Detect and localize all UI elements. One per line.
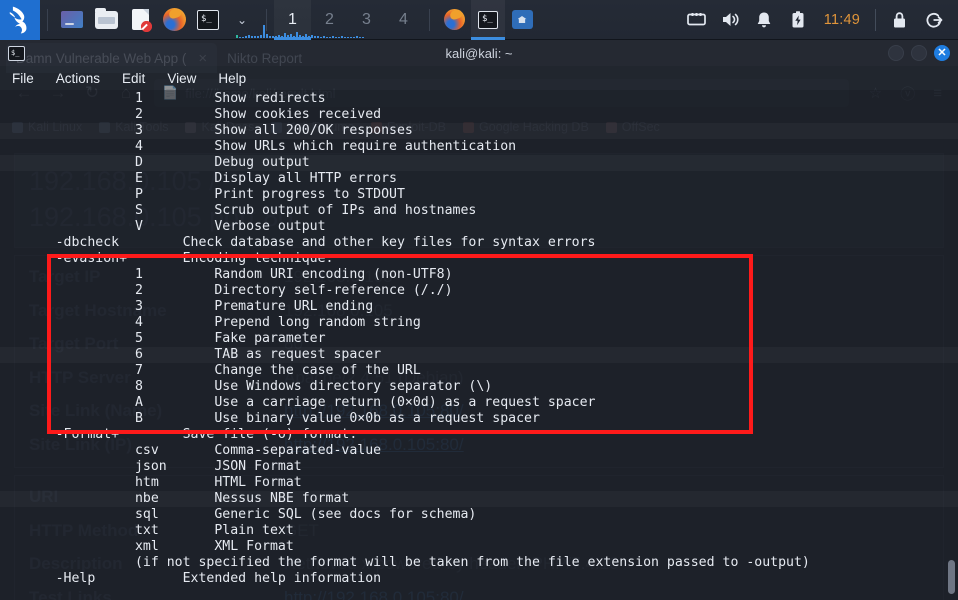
terminal-line: 3 Show all 200/OK responses [0, 123, 958, 139]
tray-divider [875, 8, 876, 31]
slash-glyph [140, 24, 148, 31]
firefox-icon[interactable] [157, 0, 191, 40]
terminal-titlebar[interactable]: $_ kali@kali: ~ ✕ [0, 40, 958, 66]
terminal-glyph: $_ [478, 10, 498, 29]
lock-icon[interactable] [884, 0, 915, 40]
network-glyph [686, 13, 706, 26]
terminal-window-button[interactable]: $_ [471, 0, 505, 40]
logout-glyph [926, 12, 942, 28]
terminal-line: V Verbose output [0, 219, 326, 234]
network-activity-graph [235, 23, 386, 38]
terminal-line: -dbcheck Check database and other key fi… [0, 235, 596, 250]
terminal-line: htm HTML Format [0, 475, 302, 490]
terminal-line: D Debug output [0, 155, 958, 171]
maximize-button[interactable] [911, 45, 927, 61]
terminal-line: 6 TAB as request spacer [0, 347, 958, 363]
terminal-line: json JSON Format [0, 459, 302, 474]
scrollbar-thumb[interactable] [948, 560, 955, 594]
document-glyph [131, 9, 152, 32]
menu-edit[interactable]: Edit [122, 71, 145, 86]
app-menu-icon[interactable] [55, 0, 89, 40]
terminal-line: P Print progress to STDOUT [0, 187, 405, 202]
firefox-glyph [443, 9, 465, 30]
volume-icon[interactable] [715, 0, 746, 40]
terminal-line: -evasion+ Encoding technique: [0, 251, 334, 266]
menu-help[interactable]: Help [218, 71, 246, 86]
terminal-line: 7 Change the case of the URL [0, 363, 421, 378]
terminal-icon[interactable]: $_ [191, 0, 225, 40]
logout-icon[interactable] [918, 0, 949, 40]
kali-dragon-logo[interactable] [0, 0, 40, 40]
terminal-line: 2 Show cookies received [0, 107, 382, 122]
firefox-glyph [162, 8, 186, 31]
file-glyph [511, 10, 533, 29]
terminal-line: B Use binary value 0×0b as a request spa… [0, 411, 540, 426]
terminal-scrollbar[interactable] [947, 90, 956, 600]
window-controls: ✕ [888, 45, 950, 61]
system-tray: 11:49 [681, 0, 958, 40]
terminal-line: csv Comma-separated-value [0, 443, 382, 458]
file-window-button[interactable] [505, 0, 539, 40]
terminal-line: (if not specified the format will be tak… [0, 555, 810, 570]
screen: Damn Vulnerable Web App ( × Nikto Report… [0, 0, 958, 600]
terminal-output[interactable]: 1 Show redirects 2 Show cookies received… [0, 90, 958, 600]
text-editor-icon[interactable] [123, 0, 157, 40]
terminal-glyph: $_ [197, 9, 219, 30]
menu-file[interactable]: File [12, 71, 34, 86]
terminal-line: nbe Nessus NBE format [0, 491, 958, 507]
clock[interactable]: 11:49 [817, 12, 867, 28]
dragon-glyph [9, 6, 27, 33]
close-button[interactable]: ✕ [934, 45, 950, 61]
folder-icon[interactable] [89, 0, 123, 40]
minimize-button[interactable] [888, 45, 904, 61]
terminal-line: S Scrub output of IPs and hostnames [0, 203, 477, 218]
terminal-line: 4 Prepend long random string [0, 315, 421, 330]
terminal-icon: $_ [8, 45, 25, 61]
menu-actions[interactable]: Actions [56, 71, 100, 86]
terminal-line: E Display all HTTP errors [0, 171, 397, 186]
firefox-window-button[interactable] [437, 0, 471, 40]
network-icon[interactable] [681, 0, 712, 40]
terminal-line: txt Plain text [0, 523, 294, 538]
lock-glyph [894, 11, 905, 27]
battery-charging-icon[interactable] [783, 0, 814, 40]
taskbar-divider [47, 8, 48, 31]
bell-icon[interactable] [749, 0, 780, 40]
taskbar-spacer [235, 0, 681, 39]
bell-glyph [757, 12, 771, 27]
taskbar-divider [429, 8, 430, 31]
terminal-line: 4 Show URLs which require authentication [0, 139, 517, 154]
terminal-line: sql Generic SQL (see docs for schema) [0, 507, 477, 522]
app-grid-glyph [61, 11, 83, 28]
terminal-window: $_ kali@kali: ~ ✕ File Actions Edit View… [0, 40, 958, 600]
battery-glyph [792, 10, 804, 27]
terminal-line: xml XML Format [0, 539, 294, 554]
terminal-line: A Use a carriage return (0×0d) as a requ… [0, 395, 596, 410]
terminal-menubar: File Actions Edit View Help [0, 66, 958, 90]
terminal-line: 2 Directory self-reference (/./) [0, 283, 453, 298]
terminal-line: 1 Random URI encoding (non-UTF8) [0, 267, 453, 282]
terminal-line: 5 Fake parameter [0, 331, 326, 346]
workspace-4[interactable]: 4 [385, 0, 422, 40]
terminal-line: 8 Use Windows directory separator (\) [0, 379, 493, 394]
terminal-title: kali@kali: ~ [445, 45, 513, 61]
terminal-line: -Format+ Save file (-o) format: [0, 427, 358, 442]
terminal-line: -Help Extended help information [0, 571, 382, 586]
terminal-line: 3 Premature URL ending [0, 299, 374, 314]
terminal-line: 1 Show redirects [0, 91, 326, 106]
volume-glyph [722, 13, 739, 26]
folder-glyph [94, 7, 118, 29]
desktop-taskbar: $_ ⌄ 1 2 3 4 $_ 11:49 [0, 0, 958, 40]
menu-view[interactable]: View [167, 71, 196, 86]
